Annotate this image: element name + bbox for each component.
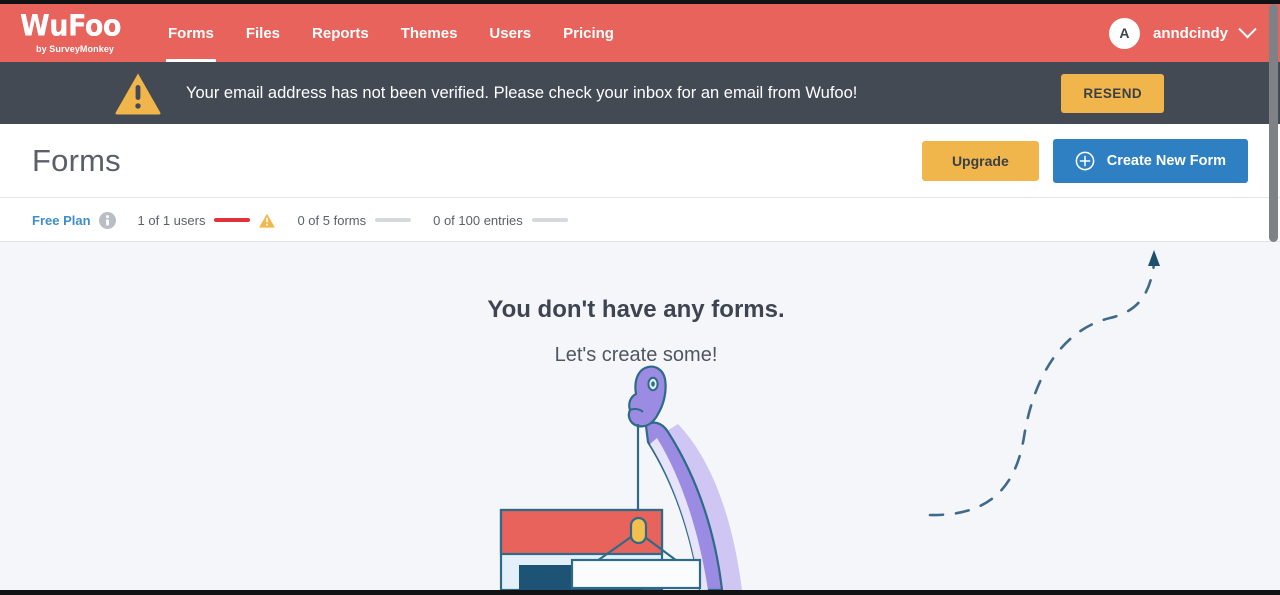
avatar: A: [1108, 17, 1140, 49]
usage-meter-users: [214, 218, 251, 222]
nav-item-label: Pricing: [563, 24, 614, 42]
nav-item-pricing[interactable]: Pricing: [547, 4, 630, 62]
upgrade-button[interactable]: Upgrade: [921, 140, 1039, 181]
plan-usage-bar: Free Plan 1 of 1 users 0 of 5 forms 0 of…: [0, 199, 1280, 242]
page-scrollbar-track[interactable]: [1267, 4, 1280, 591]
page-header-actions: Upgrade Create New Form: [921, 138, 1280, 183]
chevron-down-icon: [1238, 19, 1257, 38]
nav-item-label: Reports: [312, 24, 369, 42]
email-verification-banner: Your email address has not been verified…: [0, 62, 1280, 124]
nav-item-label: Files: [245, 24, 281, 42]
banner-message: Your email address has not been verified…: [186, 83, 858, 102]
usage-metric-label: 1 of 1 users: [137, 212, 206, 228]
forms-empty-state: You don't have any forms. Let's create s…: [0, 242, 1280, 590]
primary-nav-items: Forms Files Reports Themes Users Pricing: [152, 4, 630, 62]
nav-item-reports[interactable]: Reports: [296, 4, 385, 62]
nav-item-themes[interactable]: Themes: [385, 4, 474, 62]
nav-item-label: Forms: [168, 24, 214, 42]
usage-metric-forms: 0 of 5 forms: [297, 212, 412, 228]
wufoo-logo-wordmark: WuFoo: [20, 9, 121, 43]
wufoo-logo[interactable]: WuFoo by SurveyMonkey: [0, 9, 152, 54]
nav-item-label: Themes: [400, 24, 458, 42]
usage-metric-label: 0 of 5 forms: [297, 212, 367, 228]
username-label: anndcindy: [1152, 24, 1228, 42]
nav-item-files[interactable]: Files: [230, 4, 296, 62]
usage-metric-label: 0 of 100 entries: [433, 212, 523, 228]
usage-meter-forms: [375, 218, 412, 222]
page-title: Forms: [32, 142, 121, 178]
plus-circle-icon: [1075, 151, 1095, 170]
usage-metric-entries: 0 of 100 entries: [433, 213, 568, 228]
nav-active-underline: [166, 59, 216, 62]
usage-meter-entries: [531, 218, 568, 222]
warning-triangle-icon: [259, 213, 276, 228]
usage-metric-users: 1 of 1 users: [138, 213, 276, 228]
nav-item-label: Users: [489, 24, 532, 42]
resend-verification-button[interactable]: RESEND: [1061, 73, 1164, 113]
nav-item-users[interactable]: Users: [473, 4, 547, 62]
page-header: Forms Upgrade Create New Form: [0, 124, 1280, 198]
free-plan-link[interactable]: Free Plan: [32, 213, 91, 228]
warning-triangle-icon: [115, 73, 161, 115]
wufoo-logo-tagline: by SurveyMonkey: [36, 43, 115, 54]
create-new-form-button[interactable]: Create New Form: [1052, 138, 1248, 183]
info-icon[interactable]: [98, 211, 116, 229]
dinosaur-building-form-illustration: [499, 365, 742, 590]
browser-viewport: WuFoo by SurveyMonkey Forms Files Report…: [0, 0, 1280, 595]
top-navigation-bar: WuFoo by SurveyMonkey Forms Files Report…: [0, 4, 1280, 62]
page-scrollbar-thumb[interactable]: [1269, 4, 1278, 242]
nav-item-forms[interactable]: Forms: [152, 4, 230, 62]
browser-top-edge: [0, 0, 1280, 4]
browser-bottom-edge: [0, 590, 1280, 595]
create-new-form-label: Create New Form: [1106, 152, 1226, 169]
user-account-menu[interactable]: A anndcindy: [1108, 17, 1280, 49]
